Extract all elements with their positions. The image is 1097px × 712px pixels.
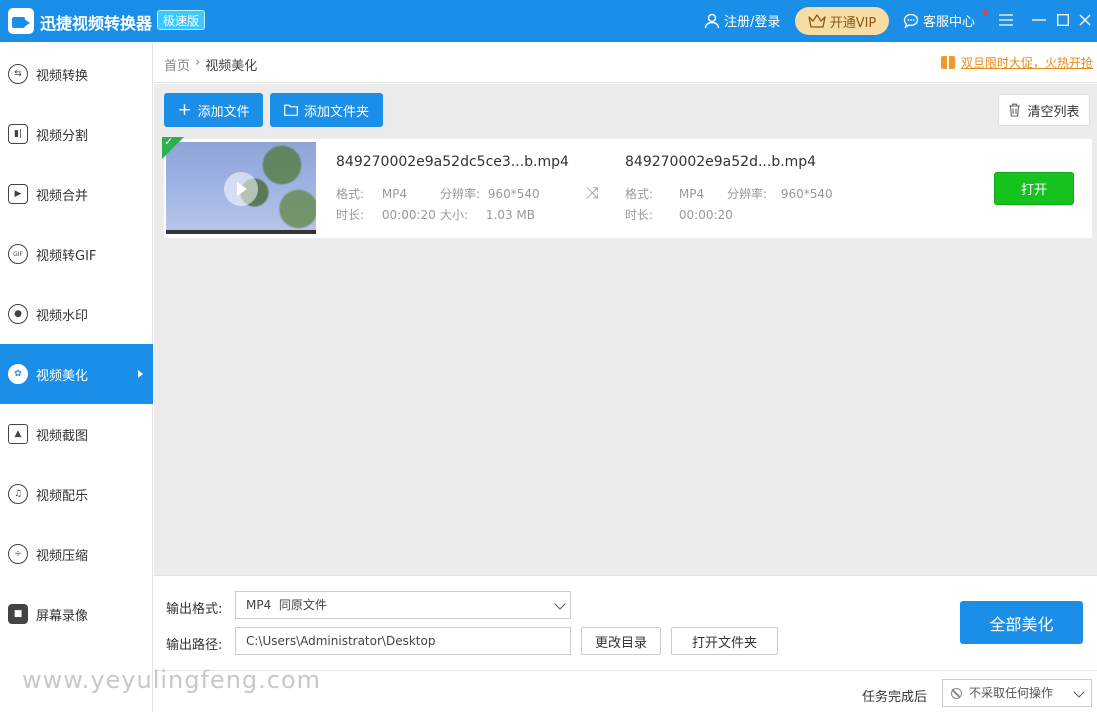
source-file-name: 849270002e9a52dc5ce3...b.mp4 <box>336 154 569 170</box>
breadcrumb-home[interactable]: 首页 <box>164 55 190 74</box>
music-icon: ♫ <box>8 484 28 504</box>
output-format-value: MP4 同原文件 <box>246 598 327 612</box>
source-size: 大小: 1.03 MB <box>440 208 535 222</box>
add-file-button[interactable]: + 添加文件 <box>164 93 263 127</box>
login-link[interactable]: 注册/登录 <box>704 11 780 30</box>
add-file-label: 添加文件 <box>197 104 250 120</box>
trash-icon <box>1009 103 1021 117</box>
chat-icon <box>903 13 919 28</box>
customer-service-link[interactable]: 客服中心 <box>903 11 975 30</box>
add-folder-button[interactable]: 添加文件夹 <box>270 93 383 127</box>
breadcrumb: 首页 › 视频美化 <box>164 55 257 74</box>
sidebar-item-label: 视频配乐 <box>36 488 89 504</box>
record-icon: ■ <box>8 604 28 624</box>
source-format: 格式: MP4 <box>336 187 408 201</box>
beautify-icon: ✿ <box>8 364 28 384</box>
plus-icon: + <box>177 99 192 120</box>
sidebar-item-video-gif[interactable]: GIF 视频转GIF <box>0 224 153 284</box>
sidebar-item-label: 视频压缩 <box>36 548 89 564</box>
sidebar-item-label: 视频截图 <box>36 428 89 444</box>
title-bar: 迅捷视频转换器 极速版 注册/登录 开通VIP 客服中心 <box>0 0 1097 42</box>
notification-dot <box>983 10 988 15</box>
chevron-down-icon <box>1073 686 1085 698</box>
promo-label: 双旦限时大促，火热开抢 <box>961 56 1094 70</box>
login-label: 注册/登录 <box>724 15 781 30</box>
source-duration: 时长: 00:00:20 <box>336 208 436 222</box>
sidebar-item-label: 视频水印 <box>36 308 89 324</box>
active-arrow-icon <box>138 370 143 378</box>
sidebar-item-screen-record[interactable]: ■ 屏幕录像 <box>0 584 153 644</box>
shuffle-icon: ⤨ <box>586 183 599 202</box>
minimize-icon[interactable] <box>1028 9 1050 31</box>
output-path-label: 输出路径: <box>166 638 223 653</box>
after-task-label: 任务完成后 <box>862 690 928 705</box>
menu-icon[interactable] <box>995 9 1017 31</box>
crown-icon <box>808 14 826 28</box>
service-label: 客服中心 <box>923 15 976 30</box>
gif-icon: GIF <box>8 244 28 264</box>
sidebar-item-label: 屏幕录像 <box>36 608 89 624</box>
app-logo-icon <box>8 8 34 34</box>
sidebar-item-label: 视频转GIF <box>36 248 97 264</box>
sidebar-item-video-screenshot[interactable]: ▲ 视频截图 <box>0 404 153 464</box>
play-icon[interactable] <box>224 172 258 206</box>
beautify-all-button[interactable]: 全部美化 <box>960 601 1083 644</box>
open-button[interactable]: 打开 <box>994 172 1074 205</box>
sidebar-item-video-merge[interactable]: ▶ 视频合并 <box>0 164 153 224</box>
source-resolution: 分辨率: 960*540 <box>440 187 540 201</box>
convert-icon: ⇆ <box>8 64 28 84</box>
sidebar-item-video-compress[interactable]: ÷ 视频压缩 <box>0 524 153 584</box>
sidebar-item-label: 视频美化 <box>36 368 89 384</box>
sidebar-item-video-music[interactable]: ♫ 视频配乐 <box>0 464 153 524</box>
change-directory-button[interactable]: 更改目录 <box>581 627 661 655</box>
output-format-label: 输出格式: <box>166 602 223 617</box>
chevron-down-icon <box>554 598 566 610</box>
promo-link[interactable]: 双旦限时大促，火热开抢 <box>941 54 1097 71</box>
watermark-icon: ● <box>8 304 28 324</box>
sidebar-item-label: 视频转换 <box>36 68 89 84</box>
maximize-icon[interactable] <box>1052 9 1074 31</box>
sidebar-item-video-beautify[interactable]: ✿ 视频美化 <box>0 344 153 404</box>
clear-list-label: 清空列表 <box>1027 104 1080 120</box>
split-icon: ▮| <box>8 124 28 144</box>
vip-button[interactable]: 开通VIP <box>795 7 889 35</box>
output-resolution: 分辨率: 960*540 <box>727 187 833 201</box>
breadcrumb-bar: 首页 › 视频美化 双旦限时大促，火热开抢 <box>154 42 1097 83</box>
open-folder-button[interactable]: 打开文件夹 <box>671 627 778 655</box>
output-settings-panel: 输出格式: MP4 同原文件 输出路径: 更改目录 打开文件夹 全部美化 <box>154 575 1097 670</box>
merge-icon: ▶ <box>8 184 28 204</box>
output-format-select[interactable]: MP4 同原文件 <box>235 591 571 619</box>
site-watermark: www.yeyulingfeng.com <box>22 666 322 694</box>
output-duration: 时长: 00:00:20 <box>625 208 733 222</box>
output-file-name: 849270002e9a52d...b.mp4 <box>625 154 817 170</box>
sidebar-item-video-convert[interactable]: ⇆ 视频转换 <box>0 44 153 104</box>
breadcrumb-current: 视频美化 <box>205 59 258 74</box>
video-thumbnail[interactable] <box>166 142 316 234</box>
file-list-area: + 添加文件 添加文件夹 清空列表 849270002e9a52dc5ce3..… <box>154 84 1097 575</box>
ban-icon <box>951 688 962 699</box>
gift-icon <box>941 56 955 69</box>
sidebar-item-video-split[interactable]: ▮| 视频分割 <box>0 104 153 164</box>
after-task-value: 不采取任何操作 <box>969 686 1054 700</box>
app-title: 迅捷视频转换器 <box>40 14 153 33</box>
file-row[interactable]: 849270002e9a52dc5ce3...b.mp4 格式: MP4 分辨率… <box>162 137 1092 238</box>
add-folder-label: 添加文件夹 <box>303 104 369 120</box>
vip-label: 开通VIP <box>829 15 877 31</box>
compress-icon: ÷ <box>8 544 28 564</box>
sidebar-item-label: 视频分割 <box>36 128 89 144</box>
edition-badge: 极速版 <box>157 10 206 30</box>
user-icon <box>704 13 720 28</box>
output-path-field[interactable] <box>235 627 571 655</box>
close-icon[interactable] <box>1074 9 1096 31</box>
sidebar-item-video-watermark[interactable]: ● 视频水印 <box>0 284 153 344</box>
sidebar: ⇆ 视频转换 ▮| 视频分割 ▶ 视频合并 GIF 视频转GIF ● 视频水印 … <box>0 42 153 712</box>
after-task-select[interactable]: 不采取任何操作 <box>942 679 1092 707</box>
folder-icon <box>284 104 298 116</box>
clear-list-button[interactable]: 清空列表 <box>998 94 1090 126</box>
screenshot-icon: ▲ <box>8 424 28 444</box>
sidebar-item-label: 视频合并 <box>36 188 89 204</box>
output-format: 格式: MP4 <box>625 187 705 201</box>
breadcrumb-separator-icon: › <box>195 55 201 70</box>
